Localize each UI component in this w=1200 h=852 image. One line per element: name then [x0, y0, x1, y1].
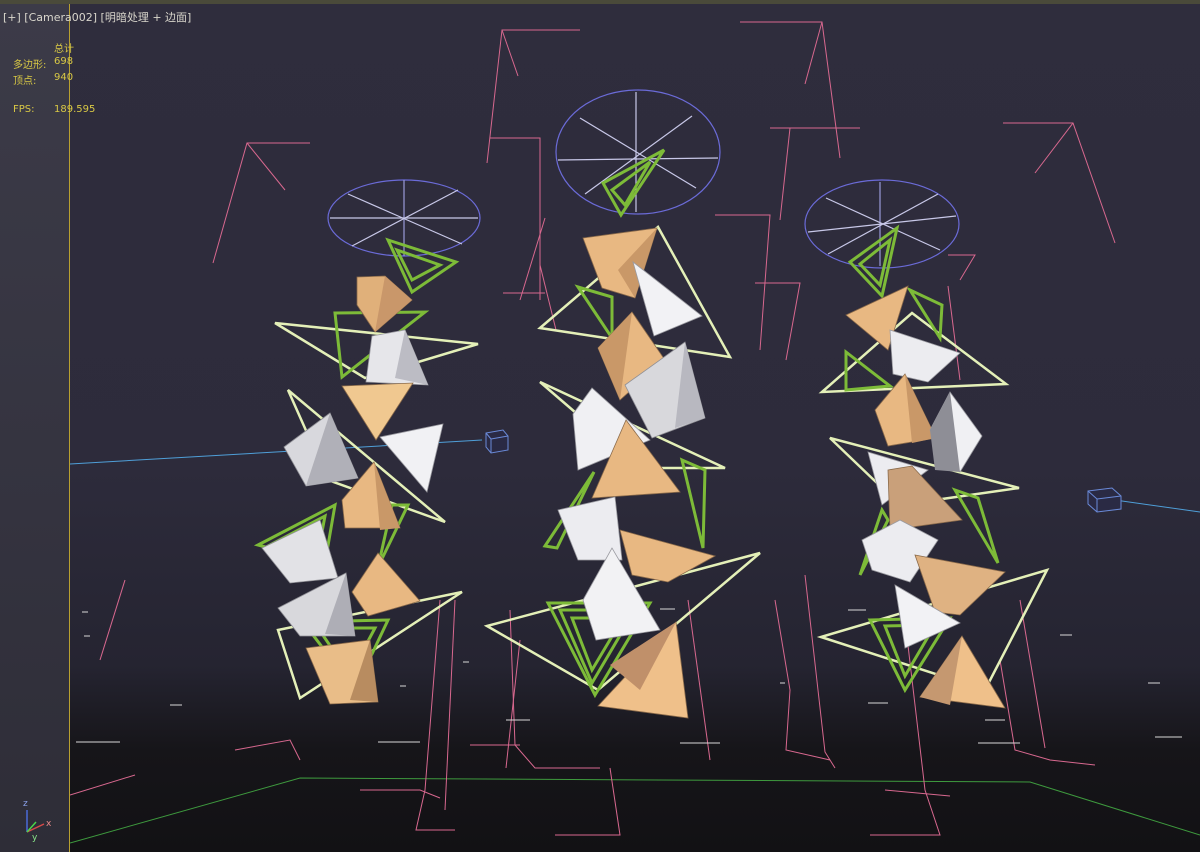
tetra-column-right[interactable] — [816, 224, 1050, 709]
viewport-label[interactable]: [+] [Camera002] [明暗处理 + 边面] — [3, 9, 191, 25]
axis-z-label: z — [23, 799, 28, 809]
stats-vertices-value: 940 — [54, 72, 74, 83]
axis-y-label: y — [32, 833, 38, 843]
tetra-column-left[interactable] — [253, 237, 479, 705]
stats-vertices-label: 顶点: — [13, 76, 37, 87]
camera-viewport[interactable] — [70, 4, 1200, 852]
axis-x-label: x — [46, 819, 52, 829]
light-ray-right — [1114, 499, 1200, 513]
stats-header: 总计 — [54, 44, 74, 55]
spotlight-center — [555, 89, 721, 215]
scene-canvas[interactable] — [70, 4, 1200, 852]
light-target-left — [485, 429, 509, 454]
stats-polygons-value: 698 — [54, 56, 74, 67]
light-target-right — [1087, 487, 1122, 513]
ground-plane-edge — [70, 777, 1200, 844]
stats-fps-label: FPS: — [13, 104, 35, 115]
left-panel — [0, 4, 69, 852]
tetra-column-center[interactable] — [483, 148, 761, 719]
stats-fps-value: 189.595 — [54, 104, 96, 115]
spotlight-right — [804, 179, 960, 269]
stats-polygons-label: 多边形: — [13, 60, 47, 71]
axis-gizmo-labels: z x y — [23, 799, 52, 843]
